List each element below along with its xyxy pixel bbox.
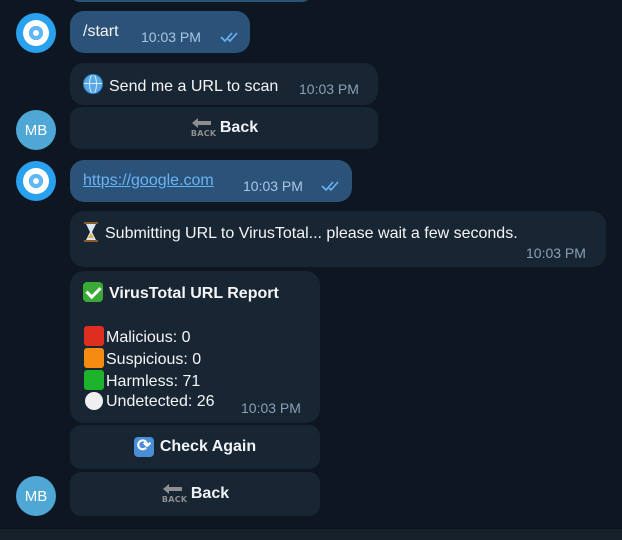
double-check-icon (321, 181, 339, 192)
malicious-count: Malicious: 0 (106, 329, 191, 346)
back-button[interactable]: BACK Back (69, 471, 321, 517)
hourglass-icon (84, 222, 98, 242)
undetected-count: Undetected: 26 (106, 393, 215, 410)
user-initials: MB (24, 121, 48, 139)
check-again-button[interactable]: Check Again (69, 424, 321, 470)
refresh-icon (133, 436, 154, 457)
message-text: Send me a URL to scan (109, 78, 279, 95)
bot-avatar[interactable] (16, 13, 56, 53)
back-button-label: Back (219, 119, 259, 136)
double-check-icon (220, 32, 238, 43)
message-url[interactable]: https://google.com 10:03 PM (70, 160, 352, 202)
suspicious-count: Suspicious: 0 (106, 351, 202, 368)
message-time: 10:03 PM (243, 178, 303, 194)
message-send-url[interactable]: Send me a URL to scan 10:03 PM (70, 63, 378, 105)
message-time: 10:03 PM (526, 245, 586, 261)
harmless-count: Harmless: 71 (106, 373, 201, 390)
message-time: 10:03 PM (141, 29, 201, 45)
chat-view: /start 10:03 PM Send me a URL to scan 10… (0, 0, 622, 540)
composer-bar (0, 528, 622, 540)
bot-logo-icon (23, 20, 49, 46)
white-circle-icon (85, 392, 103, 410)
user-initials: MB (24, 487, 48, 505)
url-link[interactable]: https://google.com (83, 172, 214, 190)
back-button[interactable]: BACK Back (69, 106, 379, 150)
check-again-label: Check Again (159, 438, 257, 455)
report-title: VirusTotal URL Report (109, 285, 279, 302)
bot-avatar[interactable] (16, 161, 56, 201)
check-mark-icon (83, 282, 103, 302)
orange-square-icon (84, 348, 104, 368)
back-button-label: Back (190, 485, 230, 502)
red-square-icon (84, 326, 104, 346)
message-report[interactable]: VirusTotal URL Report Malicious: 0 Suspi… (70, 271, 320, 423)
green-square-icon (84, 370, 104, 390)
message-text: Submitting URL to VirusTotal... please w… (105, 225, 518, 242)
back-arrow-icon: BACK (161, 483, 187, 505)
globe-icon (83, 74, 103, 94)
previous-message-bubble (70, 0, 312, 2)
message-text: /start (83, 23, 119, 40)
message-time: 10:03 PM (241, 400, 301, 416)
bot-logo-icon (23, 168, 49, 194)
message-submitting[interactable]: Submitting URL to VirusTotal... please w… (70, 211, 606, 267)
user-avatar[interactable]: MB (16, 476, 56, 516)
message-start[interactable]: /start 10:03 PM (70, 11, 250, 53)
user-avatar[interactable]: MB (16, 110, 56, 150)
back-arrow-icon: BACK (190, 117, 216, 139)
message-time: 10:03 PM (299, 81, 359, 97)
